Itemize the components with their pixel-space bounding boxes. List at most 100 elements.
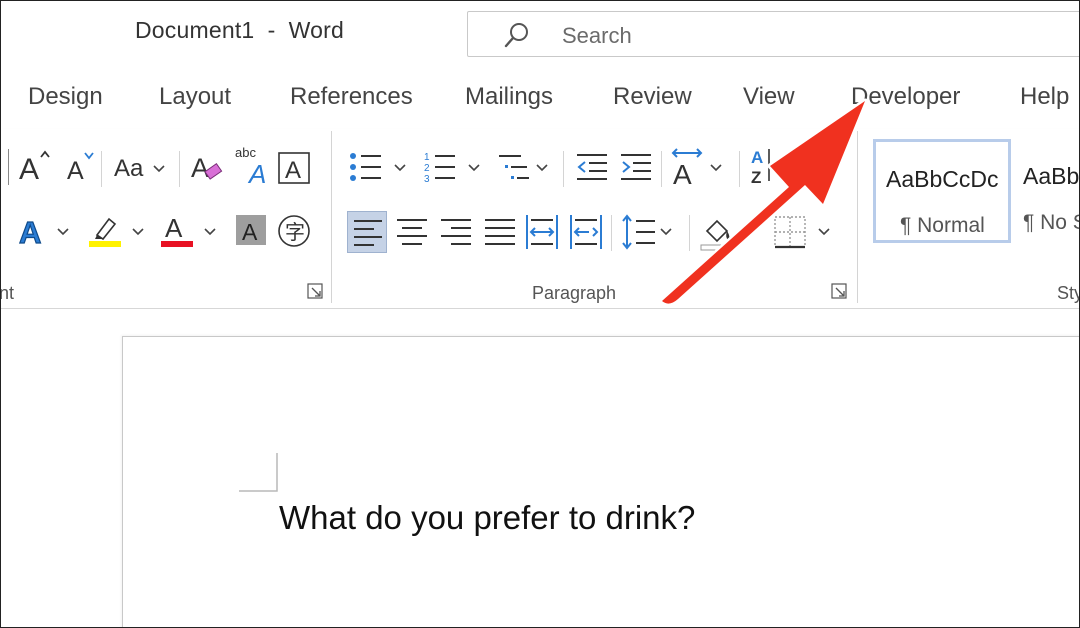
font-dialog-launcher-icon[interactable]	[307, 283, 325, 301]
font-size-dropdown-edge[interactable]	[1, 149, 9, 185]
tab-review[interactable]: Review	[613, 83, 692, 111]
margin-crop-mark	[239, 453, 278, 492]
align-center-icon	[397, 219, 427, 245]
window-title: Document1 - Word	[135, 17, 344, 43]
text-direction-icon: A	[671, 148, 722, 190]
text-effects-button[interactable]: A	[17, 211, 73, 251]
phonetic-guide-button[interactable]: abc A	[233, 143, 273, 189]
svg-text:A: A	[247, 159, 266, 187]
align-right-button[interactable]	[437, 211, 475, 253]
thai-distributed-button[interactable]	[567, 211, 605, 253]
line-spacing-button[interactable]	[619, 211, 679, 253]
search-placeholder: Search	[562, 23, 632, 48]
bullets-icon	[350, 153, 406, 181]
svg-text:Z: Z	[751, 168, 761, 187]
divider	[101, 151, 102, 187]
paragraph-dialog-launcher-icon[interactable]	[831, 283, 849, 301]
divider	[739, 151, 740, 187]
tab-mailings[interactable]: Mailings	[465, 83, 553, 111]
font-group-label: nt	[0, 283, 15, 303]
divider	[661, 151, 662, 187]
align-right-icon	[441, 219, 471, 245]
bullets-button[interactable]	[347, 149, 413, 187]
change-case-label: Aa	[114, 155, 144, 182]
style-no-spacing-name: ¶ No S	[1023, 211, 1079, 234]
phonetic-guide-icon: abc A	[235, 145, 266, 189]
style-normal-name: ¶ Normal	[900, 214, 985, 237]
tab-developer[interactable]: Developer	[851, 83, 960, 111]
search-icon	[504, 23, 528, 48]
multilevel-list-icon	[499, 155, 548, 179]
font-color-button[interactable]: A	[159, 211, 221, 251]
highlighter-icon	[89, 217, 144, 247]
svg-text:A: A	[191, 153, 209, 183]
decrease-indent-button[interactable]	[575, 149, 609, 187]
character-shading-button[interactable]: A	[235, 213, 269, 249]
paragraph-group-label: Paragraph	[532, 283, 617, 303]
increase-indent-button[interactable]	[619, 149, 653, 187]
distributed-button[interactable]	[523, 211, 561, 253]
clear-formatting-button[interactable]: A	[189, 147, 225, 187]
divider	[179, 151, 180, 187]
shrink-font-button[interactable]: A	[65, 147, 99, 187]
grow-font-icon: A	[19, 150, 50, 186]
tab-layout[interactable]: Layout	[159, 83, 231, 111]
justify-button[interactable]	[481, 211, 519, 253]
text-effects-icon: A	[18, 214, 69, 251]
align-center-button[interactable]	[393, 211, 431, 253]
paint-bucket-icon	[700, 219, 754, 251]
svg-text:abc: abc	[235, 145, 256, 160]
tab-references[interactable]: References	[290, 83, 413, 111]
borders-button[interactable]	[771, 211, 835, 253]
search-box[interactable]: Search	[467, 11, 1079, 57]
svg-text:A: A	[242, 219, 258, 245]
group-divider	[857, 131, 858, 303]
word-window: Document1 - Word Search Design Layout Re…	[0, 0, 1080, 628]
group-divider	[331, 131, 332, 303]
document-text[interactable]: What do you prefer to drink?	[279, 499, 695, 537]
title-bar: Document1 - Word Search	[1, 1, 1079, 65]
increase-indent-icon	[621, 154, 651, 180]
shading-button[interactable]	[697, 211, 761, 253]
tab-help[interactable]: Help	[1020, 83, 1069, 111]
svg-text:1: 1	[424, 152, 430, 163]
style-normal-sample: AaBbCcDc	[886, 166, 999, 192]
sort-button[interactable]: A Z	[749, 145, 775, 187]
svg-text:A: A	[673, 159, 692, 187]
svg-text:A: A	[67, 157, 84, 185]
change-case-button[interactable]: Aa	[111, 147, 171, 187]
multilevel-list-button[interactable]	[497, 149, 555, 187]
svg-text:A: A	[285, 157, 301, 184]
thai-distributed-icon	[570, 215, 602, 249]
svg-text:A: A	[19, 215, 41, 250]
numbering-icon: 1 2 3	[424, 152, 480, 185]
enclose-characters-button[interactable]: 字	[277, 213, 313, 249]
ribbon-tabs: Design Layout References Mailings Review…	[1, 65, 1079, 129]
tab-view[interactable]: View	[743, 83, 795, 111]
character-shading-icon: A	[236, 215, 266, 245]
shrink-font-icon: A	[67, 152, 94, 185]
character-spacing-button[interactable]: A	[669, 147, 729, 190]
enclose-characters-icon: 字	[278, 215, 310, 247]
clear-formatting-icon: A	[191, 153, 223, 183]
svg-text:3: 3	[424, 174, 430, 185]
align-left-button[interactable]	[347, 211, 387, 253]
distributed-icon	[526, 215, 558, 249]
character-border-icon: A	[278, 152, 310, 184]
numbering-button[interactable]: 1 2 3	[423, 149, 489, 187]
style-no-spacing[interactable]: AaBb ¶ No S	[1013, 139, 1080, 243]
style-normal[interactable]: AaBbCcDc ¶ Normal	[873, 139, 1011, 243]
decrease-indent-icon	[577, 154, 607, 180]
divider	[563, 151, 564, 187]
character-border-button[interactable]: A	[277, 147, 313, 187]
document-canvas: What do you prefer to drink?	[1, 309, 1079, 627]
style-no-spacing-sample: AaBb	[1023, 163, 1080, 189]
highlight-color-button[interactable]	[87, 211, 147, 251]
svg-text:A: A	[165, 213, 183, 243]
document-page[interactable]	[122, 336, 1079, 627]
styles-group-label: Sty	[1057, 283, 1079, 303]
grow-font-button[interactable]: A	[19, 147, 53, 187]
tab-design[interactable]: Design	[28, 83, 103, 111]
svg-text:字: 字	[285, 220, 305, 244]
svg-text:A: A	[19, 153, 39, 186]
